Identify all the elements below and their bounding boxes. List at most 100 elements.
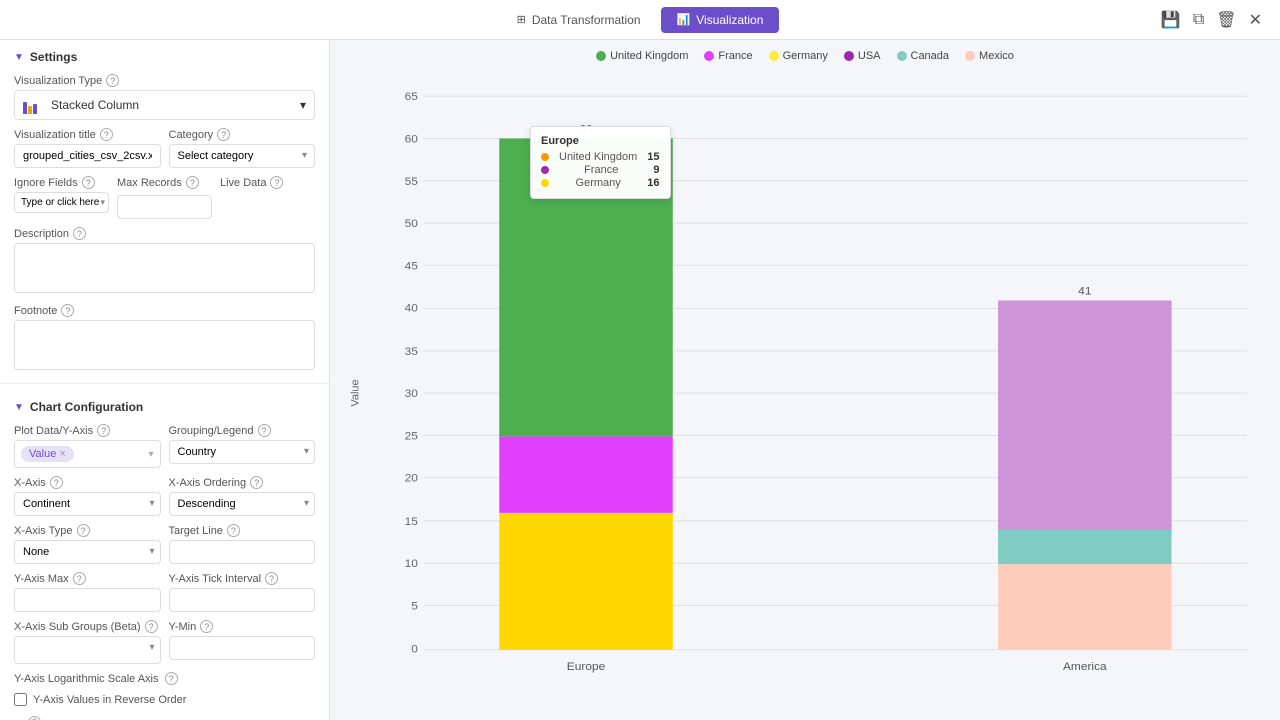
legend-label-canada: Canada <box>911 50 950 62</box>
svg-text:55: 55 <box>405 176 418 188</box>
target-help[interactable]: ? <box>227 524 240 537</box>
tooltip-label-uk: United Kingdom <box>559 151 637 163</box>
viz-type-help[interactable]: ? <box>106 74 119 87</box>
chart-legend: United Kingdom France Germany USA Canada… <box>330 40 1280 66</box>
stacked-column-icon <box>23 96 45 114</box>
tooltip-label-france: France <box>584 164 618 176</box>
tooltip-dot-germany <box>541 179 549 187</box>
xsub-label-row: X-Axis Sub Groups (Beta) ? <box>14 620 161 633</box>
ymin-help[interactable]: ? <box>200 620 213 633</box>
ordering-help[interactable]: ? <box>250 476 263 489</box>
ordering-label: X-Axis Ordering <box>169 477 247 489</box>
america-mexico-bar <box>998 564 1171 650</box>
chart-config-header: ▼ Chart Configuration <box>0 390 329 420</box>
category-help[interactable]: ? <box>217 128 230 141</box>
target-line-col: Target Line ? <box>169 524 316 564</box>
settings-toggle[interactable]: ▼ <box>14 52 24 63</box>
description-label: Description <box>14 228 69 240</box>
europe-germany-bar <box>499 513 672 650</box>
live-data-help[interactable]: ? <box>270 176 283 189</box>
ymax-input[interactable] <box>14 588 161 612</box>
description-textarea[interactable] <box>14 243 315 293</box>
viz-title-input[interactable] <box>14 144 161 168</box>
top-bar: ⊞ Data Transformation 📊 Visualization 💾 … <box>0 0 1280 40</box>
legend-dot-france <box>704 51 714 61</box>
footnote-textarea[interactable] <box>14 320 315 370</box>
top-tabs: ⊞ Data Transformation 📊 Visualization <box>501 7 780 33</box>
yreverse-checkbox[interactable] <box>14 693 27 706</box>
save-button[interactable]: 💾 <box>1159 8 1183 32</box>
category-select-wrap: Select category ▾ <box>169 144 316 168</box>
xtype-select[interactable]: None <box>14 540 161 564</box>
tooltip-value-uk: 15 <box>647 151 659 163</box>
viz-title-col: Visualization title ? <box>14 128 161 168</box>
live-data-label-row: Live Data ? <box>220 176 315 189</box>
live-data-col: Live Data ? <box>220 176 315 219</box>
xaxis-select[interactable]: Continent <box>14 492 161 516</box>
data-tab-icon: ⊞ <box>517 13 526 26</box>
ymax-label: Y-Axis Max <box>14 573 69 585</box>
category-col: Category ? Select category ▾ <box>169 128 316 168</box>
description-help[interactable]: ? <box>73 227 86 240</box>
svg-text:60: 60 <box>405 134 418 146</box>
chart-config-toggle[interactable]: ▼ <box>14 402 24 413</box>
xsub-select[interactable] <box>14 636 161 664</box>
yreverse-label: Y-Axis Values in Reverse Order <box>33 694 186 706</box>
chart-config-label: Chart Configuration <box>30 400 143 414</box>
delete-button[interactable]: 🗑 <box>1214 8 1238 32</box>
grouping-col: Grouping/Legend ? Country ▾ <box>169 424 316 468</box>
plot-data-col: Plot Data/Y-Axis ? Value × ▾ <box>14 424 161 468</box>
svg-text:Europe: Europe <box>567 661 605 673</box>
plot-data-help[interactable]: ? <box>97 424 110 437</box>
footnote-help[interactable]: ? <box>61 304 74 317</box>
max-records-col: Max Records ? <box>117 176 212 219</box>
svg-text:0: 0 <box>411 644 418 656</box>
grouping-select[interactable]: Country <box>169 440 316 464</box>
max-records-input[interactable] <box>117 195 212 219</box>
ignore-fields-help[interactable]: ? <box>82 176 95 189</box>
ordering-select[interactable]: Descending <box>169 492 316 516</box>
svg-text:15: 15 <box>405 516 418 528</box>
target-line-input[interactable] <box>169 540 316 564</box>
svg-text:45: 45 <box>405 261 418 273</box>
duplicate-button[interactable]: ⧉ <box>1191 9 1206 31</box>
ymax-help[interactable]: ? <box>73 572 86 585</box>
category-select[interactable]: Select category <box>169 144 316 168</box>
america-usa-bar <box>998 301 1171 530</box>
footnote-label: Footnote <box>14 305 57 317</box>
legend-dot-mexico <box>965 51 975 61</box>
max-records-label: Max Records <box>117 177 182 189</box>
tab-data-transformation[interactable]: ⊞ Data Transformation <box>501 7 657 33</box>
ytick-help[interactable]: ? <box>265 572 278 585</box>
svg-text:30: 30 <box>405 388 418 400</box>
close-button[interactable]: ✕ <box>1247 8 1264 32</box>
xsub-help[interactable]: ? <box>145 620 158 633</box>
ytick-input[interactable] <box>169 588 316 612</box>
yreverse-help[interactable]: ? <box>28 716 41 720</box>
viz-title-label: Visualization title <box>14 129 96 141</box>
legend-item-uk: United Kingdom <box>596 50 688 62</box>
viz-type-select[interactable]: Stacked Column ▾ <box>14 90 315 120</box>
ytick-col: Y-Axis Tick Interval ? <box>169 572 316 612</box>
grouping-help[interactable]: ? <box>258 424 271 437</box>
ylog-help[interactable]: ? <box>165 672 178 685</box>
tooltip-value-germany: 16 <box>647 177 659 189</box>
tab-visualization[interactable]: 📊 Visualization <box>661 7 780 33</box>
plot-data-select[interactable]: Value × ▾ <box>14 440 161 468</box>
ignore-fields-select-wrap: Type or click here ▾ <box>14 192 109 213</box>
viz-title-help[interactable]: ? <box>100 128 113 141</box>
ymax-col: Y-Axis Max ? <box>14 572 161 612</box>
xtype-select-wrap: None ▾ <box>14 540 161 564</box>
value-tag-remove[interactable]: × <box>59 448 65 460</box>
xtype-label: X-Axis Type <box>14 525 73 537</box>
viz-type-left: Stacked Column <box>23 96 139 114</box>
svg-text:25: 25 <box>405 431 418 443</box>
xtype-col: X-Axis Type ? None ▾ <box>14 524 161 564</box>
ymin-input[interactable] <box>169 636 316 660</box>
max-records-help[interactable]: ? <box>186 176 199 189</box>
xaxis-help[interactable]: ? <box>50 476 63 489</box>
xtype-help[interactable]: ? <box>77 524 90 537</box>
ignore-maxrec-live-row: Ignore Fields ? Type or click here ▾ Max… <box>0 172 329 223</box>
svg-text:50: 50 <box>405 218 418 230</box>
ignore-fields-select[interactable]: Type or click here <box>14 192 109 213</box>
